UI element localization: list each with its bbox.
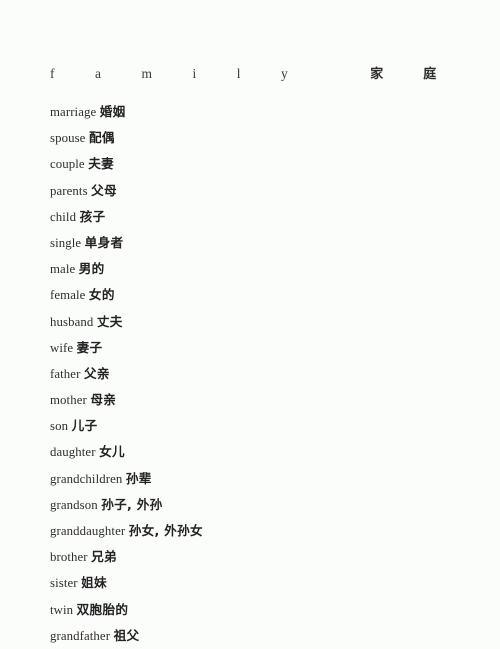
entry-chinese: 女儿 — [99, 444, 125, 460]
vocabulary-entry: single 单身者 — [50, 230, 480, 256]
vocabulary-entry: parents 父母 — [50, 178, 480, 204]
page-title-latin: family — [50, 66, 329, 81]
vocabulary-page: family 家庭 marriage 婚姻 spouse 配偶 couple 夫妻 paren… — [0, 0, 500, 643]
entry-english: brother — [50, 550, 88, 565]
entry-english: twin — [50, 602, 74, 617]
page-title: family 家庭 — [50, 64, 450, 84]
entry-english: single — [50, 235, 82, 250]
entry-english: marriage — [50, 105, 97, 119]
entry-english: grandchildren — [50, 471, 123, 486]
entry-chinese: 妻子 — [76, 339, 103, 355]
vocabulary-entry: female 女的 — [50, 282, 480, 308]
entry-chinese: 父亲 — [83, 365, 110, 381]
entry-chinese: 父母 — [91, 182, 117, 198]
entry-english: child — [50, 209, 77, 224]
entry-english: parents — [50, 183, 88, 198]
entry-chinese: 女的 — [88, 287, 115, 303]
entry-chinese: 母亲 — [90, 392, 117, 408]
entry-chinese: 双胞胎的 — [76, 601, 129, 617]
entry-chinese: 祖父 — [113, 627, 140, 643]
vocabulary-entry: sister 姐妹 — [50, 570, 480, 596]
vocabulary-entry: son 儿子 — [50, 413, 480, 439]
entry-english: couple — [50, 157, 85, 172]
entry-chinese: 孙女, 外孙女 — [128, 523, 203, 538]
entry-chinese: 孙子, 外孙 — [101, 496, 163, 512]
vocabulary-entry: daughter 女儿 — [50, 439, 480, 465]
entry-chinese: 配偶 — [88, 130, 115, 146]
vocabulary-entry: grandson 孙子, 外孙 — [50, 492, 480, 518]
entry-chinese: 姐妹 — [81, 575, 107, 591]
entry-chinese: 孙辈 — [125, 470, 152, 486]
vocabulary-entry: grandchildren 孙辈 — [50, 466, 480, 492]
entry-chinese: 夫妻 — [88, 156, 115, 172]
entry-english: female — [50, 288, 86, 303]
entry-chinese: 儿子 — [71, 418, 98, 434]
vocabulary-entry: marriage 婚姻 — [50, 99, 480, 125]
vocabulary-entry: brother 兄弟 — [50, 544, 480, 570]
entry-chinese: 兄弟 — [91, 549, 117, 565]
entry-english: mother — [50, 393, 87, 408]
entry-english: father — [50, 366, 81, 381]
vocabulary-entry: couple 夫妻 — [50, 151, 480, 177]
entry-english: spouse — [50, 131, 86, 146]
page-title-han: 家庭 — [370, 67, 477, 82]
entry-english: daughter — [50, 445, 96, 460]
vocabulary-entry: husband 丈夫 — [50, 309, 480, 335]
vocabulary-entry: mother 母亲 — [50, 387, 480, 413]
entry-english: son — [50, 419, 69, 434]
entry-chinese: 孩子 — [79, 208, 106, 224]
vocabulary-entry: twin 双胞胎的 — [50, 597, 480, 623]
entry-english: granddaughter — [50, 524, 126, 538]
entry-english: husband — [50, 314, 94, 329]
entry-english: male — [50, 262, 76, 277]
vocabulary-entry: child 孩子 — [50, 204, 480, 230]
entry-english: sister — [50, 576, 78, 591]
entry-chinese: 婚姻 — [99, 104, 126, 119]
vocabulary-entry: wife 妻子 — [50, 335, 480, 361]
vocabulary-entry: granddaughter 孙女, 外孙女 — [50, 518, 480, 544]
vocabulary-entry: father 父亲 — [50, 361, 480, 387]
entry-english: wife — [50, 340, 74, 355]
vocabulary-entry: spouse 配偶 — [50, 125, 480, 151]
vocabulary-entry: male 男的 — [50, 256, 480, 282]
vocabulary-list: marriage 婚姻 spouse 配偶 couple 夫妻 parents 父母 child… — [50, 99, 480, 649]
entry-chinese: 丈夫 — [96, 313, 123, 329]
entry-chinese: 男的 — [78, 261, 105, 277]
entry-english: grandson — [50, 497, 98, 512]
entry-chinese: 单身者 — [84, 234, 124, 250]
